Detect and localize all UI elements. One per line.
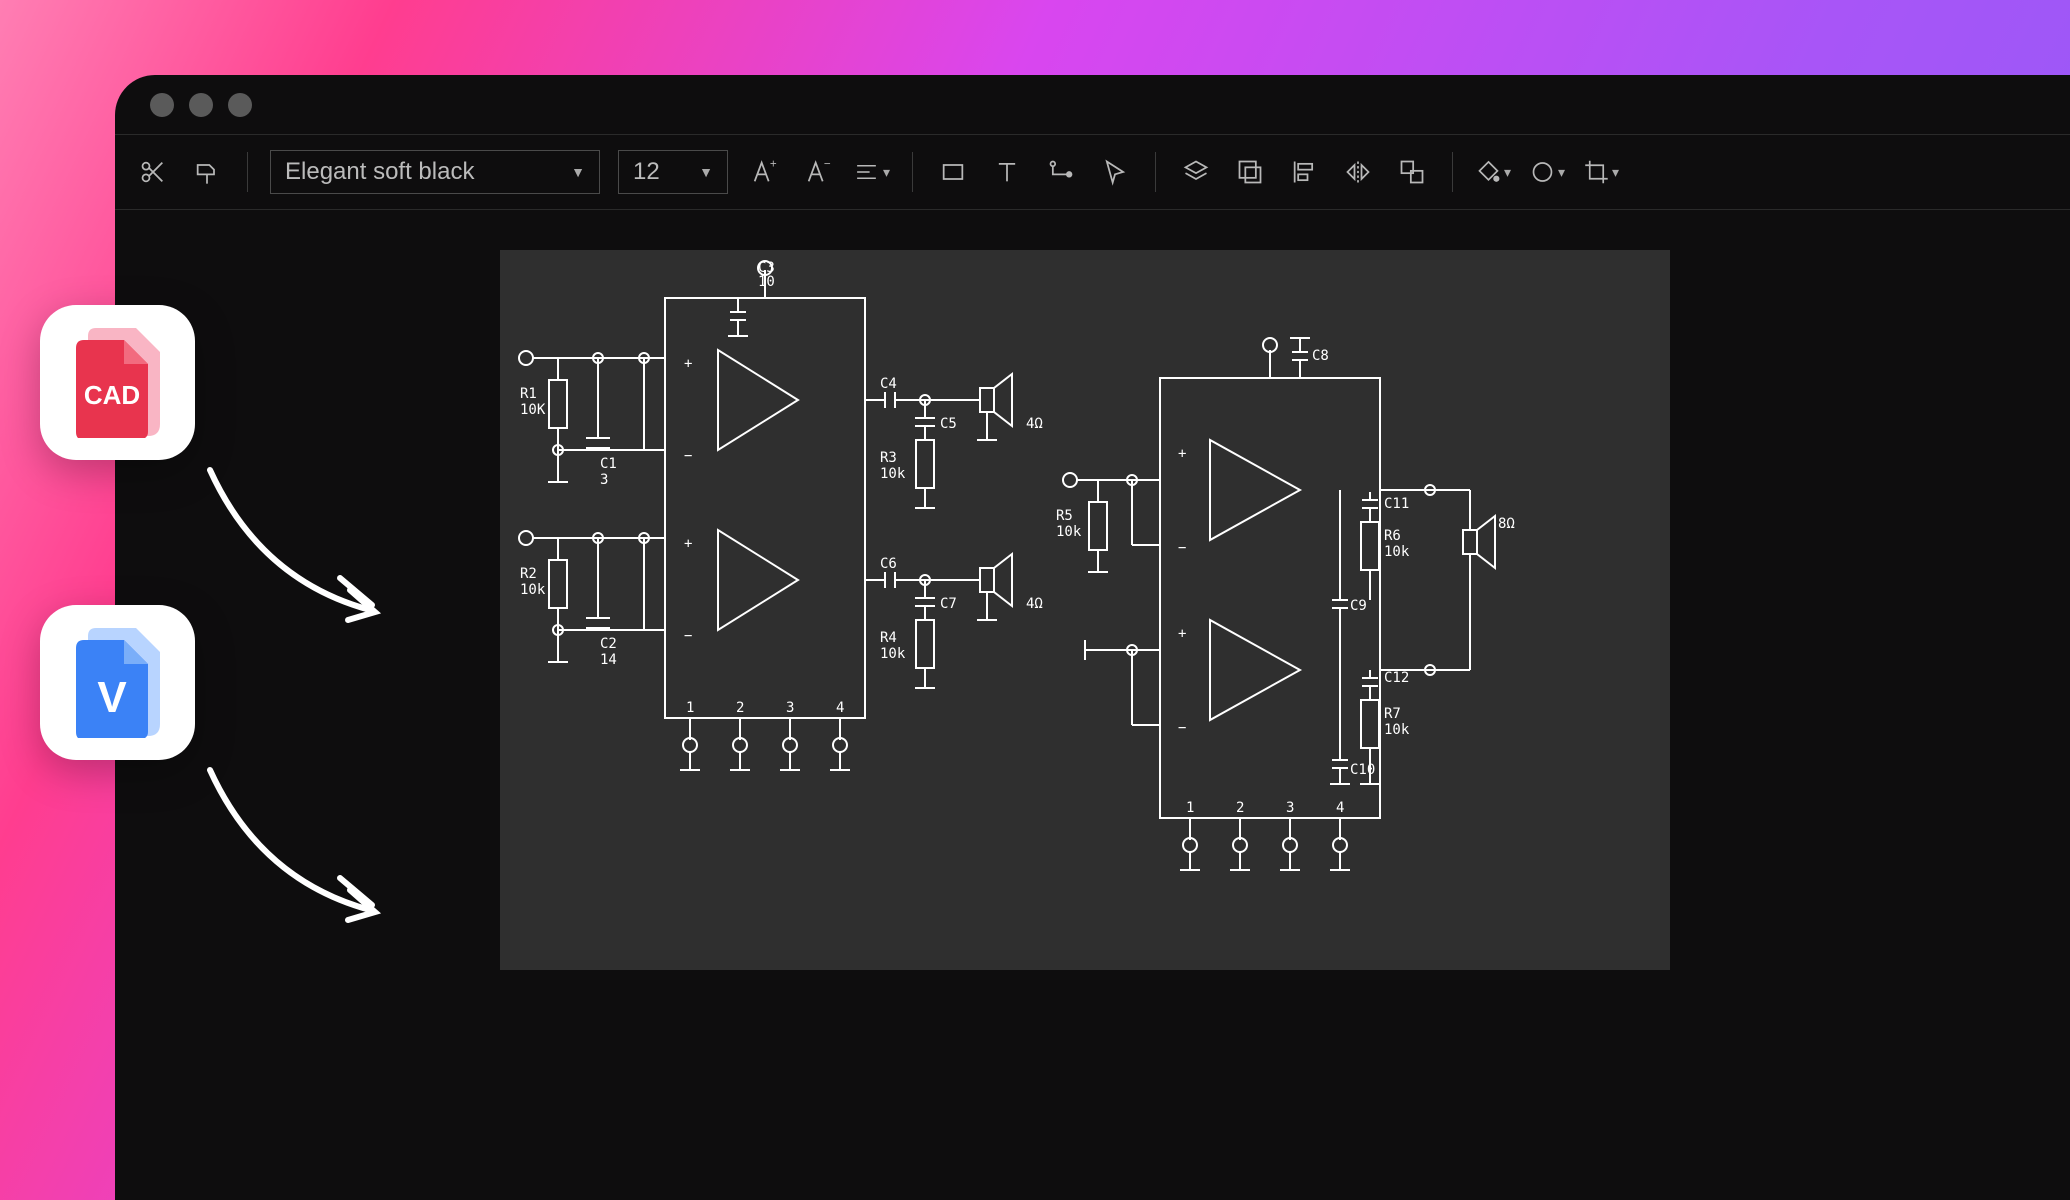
svg-text:4: 4	[836, 700, 844, 716]
svg-text:R3: R3	[880, 450, 897, 466]
svg-text:10k: 10k	[520, 582, 546, 598]
svg-text:10k: 10k	[1056, 524, 1082, 540]
svg-text:3: 3	[786, 700, 794, 716]
svg-text:C2: C2	[600, 636, 617, 652]
svg-text:−: −	[684, 628, 692, 644]
pointer-tool-icon[interactable]	[1097, 154, 1133, 190]
svg-text:4Ω: 4Ω	[1026, 596, 1043, 612]
cad-file-icon: CAD	[40, 305, 195, 460]
svg-text:C9: C9	[1350, 598, 1367, 614]
svg-text:3: 3	[1286, 800, 1294, 816]
font-family-select[interactable]: Elegant soft black ▼	[270, 150, 600, 194]
fill-color-icon[interactable]: ▾	[1475, 154, 1511, 190]
svg-text:C4: C4	[880, 376, 897, 392]
chevron-down-icon: ▾	[1558, 164, 1565, 181]
shape-style-icon[interactable]: ▾	[1529, 154, 1565, 190]
svg-text:4Ω: 4Ω	[1026, 416, 1043, 432]
font-size-select[interactable]: 12 ▼	[618, 150, 728, 194]
svg-text:2: 2	[736, 700, 744, 716]
visio-file-icon: V	[40, 605, 195, 760]
toolbar-divider	[1155, 152, 1156, 192]
svg-text:1: 1	[1186, 800, 1194, 816]
svg-text:+: +	[770, 158, 777, 170]
svg-text:C5: C5	[940, 416, 957, 432]
crop-icon[interactable]: ▾	[1583, 154, 1619, 190]
arrow-2	[200, 760, 400, 930]
align-icon[interactable]: ▾	[854, 154, 890, 190]
svg-text:2: 2	[1236, 800, 1244, 816]
chevron-down-icon: ▾	[883, 164, 890, 181]
svg-text:+: +	[684, 356, 692, 372]
svg-text:R1: R1	[520, 386, 537, 402]
svg-text:4: 4	[1336, 800, 1344, 816]
toolbar-divider	[1452, 152, 1453, 192]
svg-text:C6: C6	[880, 556, 897, 572]
arrow-1	[200, 460, 400, 630]
svg-text:8Ω: 8Ω	[1498, 516, 1515, 532]
decrease-font-icon[interactable]: −	[800, 154, 836, 190]
traffic-light-close[interactable]	[150, 93, 174, 117]
align-left-objects-icon[interactable]	[1286, 154, 1322, 190]
svg-text:10: 10	[758, 274, 775, 290]
titlebar	[115, 75, 2070, 135]
same-size-icon[interactable]	[1394, 154, 1430, 190]
svg-text:−: −	[1178, 720, 1186, 736]
toolbar-divider	[912, 152, 913, 192]
chevron-down-icon: ▼	[699, 164, 713, 180]
svg-text:R2: R2	[520, 566, 537, 582]
svg-text:+: +	[1178, 626, 1186, 642]
svg-text:10k: 10k	[880, 646, 906, 662]
group-icon[interactable]	[1232, 154, 1268, 190]
toolbar-divider	[247, 152, 248, 192]
svg-text:−: −	[824, 158, 831, 170]
svg-text:V: V	[97, 673, 127, 722]
app-window: Elegant soft black ▼ 12 ▼ + − ▾	[115, 75, 2070, 1200]
svg-text:C8: C8	[1312, 348, 1329, 364]
chevron-down-icon: ▾	[1612, 164, 1619, 181]
increase-font-icon[interactable]: +	[746, 154, 782, 190]
svg-text:1: 1	[686, 700, 694, 716]
rectangle-tool-icon[interactable]	[935, 154, 971, 190]
svg-text:+: +	[684, 536, 692, 552]
traffic-light-minimize[interactable]	[189, 93, 213, 117]
svg-text:C10: C10	[1350, 762, 1375, 778]
svg-text:−: −	[684, 448, 692, 464]
svg-text:10K: 10K	[520, 402, 546, 418]
svg-text:3: 3	[600, 472, 608, 488]
svg-text:R5: R5	[1056, 508, 1073, 524]
svg-text:14: 14	[600, 652, 617, 668]
svg-text:C11: C11	[1384, 496, 1409, 512]
font-size-value: 12	[633, 158, 660, 186]
circuit-schematic: R1 10K C1 3 R2 10k	[500, 250, 1670, 970]
svg-text:R6: R6	[1384, 528, 1401, 544]
svg-text:C1: C1	[600, 456, 617, 472]
svg-text:C7: C7	[940, 596, 957, 612]
layers-icon[interactable]	[1178, 154, 1214, 190]
format-painter-icon[interactable]	[189, 154, 225, 190]
cut-icon[interactable]	[135, 154, 171, 190]
svg-text:10k: 10k	[880, 466, 906, 482]
svg-text:C12: C12	[1384, 670, 1409, 686]
svg-text:+: +	[1178, 446, 1186, 462]
toolbar: Elegant soft black ▼ 12 ▼ + − ▾	[115, 135, 2070, 210]
text-tool-icon[interactable]	[989, 154, 1025, 190]
svg-text:R4: R4	[880, 630, 897, 646]
svg-text:10k: 10k	[1384, 722, 1410, 738]
chevron-down-icon: ▼	[571, 164, 585, 180]
svg-text:CAD: CAD	[83, 380, 139, 410]
traffic-light-zoom[interactable]	[228, 93, 252, 117]
canvas[interactable]: R1 10K C1 3 R2 10k	[500, 250, 1670, 970]
chevron-down-icon: ▾	[1504, 164, 1511, 181]
svg-text:R7: R7	[1384, 706, 1401, 722]
svg-text:−: −	[1178, 540, 1186, 556]
connector-tool-icon[interactable]	[1043, 154, 1079, 190]
flip-horizontal-icon[interactable]	[1340, 154, 1376, 190]
svg-text:10k: 10k	[1384, 544, 1410, 560]
font-family-value: Elegant soft black	[285, 158, 474, 186]
